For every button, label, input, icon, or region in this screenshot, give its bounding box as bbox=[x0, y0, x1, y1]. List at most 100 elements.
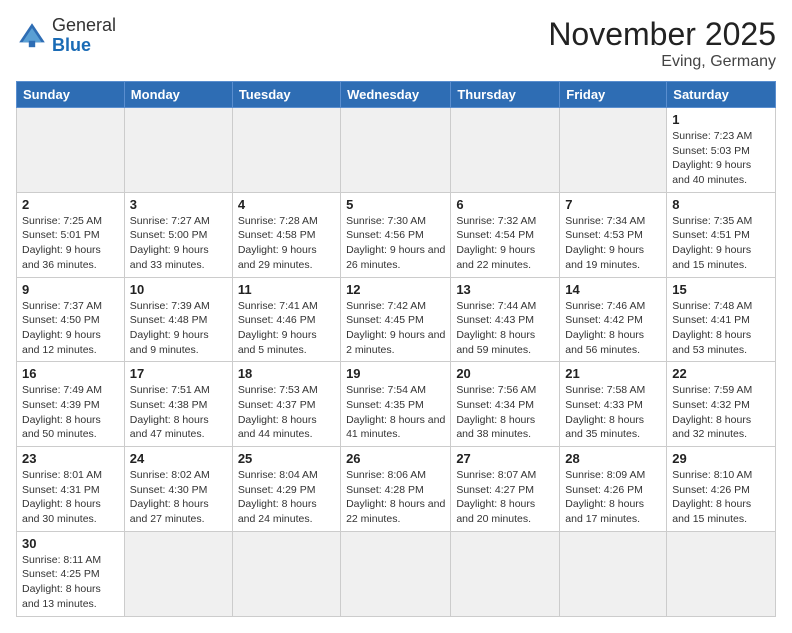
logo: General Blue bbox=[16, 16, 116, 56]
day-number: 15 bbox=[672, 282, 770, 297]
page-header: General Blue November 2025 Eving, German… bbox=[16, 16, 776, 71]
week-row-3: 9Sunrise: 7:37 AM Sunset: 4:50 PM Daylig… bbox=[17, 277, 776, 362]
week-row-6: 30Sunrise: 8:11 AM Sunset: 4:25 PM Dayli… bbox=[17, 531, 776, 616]
day-info: Sunrise: 7:54 AM Sunset: 4:35 PM Dayligh… bbox=[346, 383, 445, 442]
day-cell: 15 Sunrise: 7:48 AM Sunset: 4:41 PM Dayli… bbox=[667, 277, 776, 362]
day-info: Sunrise: 7:39 AM Sunset: 4:48 PM Dayligh… bbox=[130, 299, 227, 358]
weekday-header-saturday: Saturday bbox=[667, 82, 776, 108]
day-cell: 23 Sunrise: 8:01 AM Sunset: 4:31 PM Dayli… bbox=[17, 447, 125, 532]
day-cell: 12Sunrise: 7:42 AM Sunset: 4:45 PM Dayli… bbox=[341, 277, 451, 362]
day-cell: 2 Sunrise: 7:25 AM Sunset: 5:01 PM Daylig… bbox=[17, 192, 125, 277]
day-cell: 14 Sunrise: 7:46 AM Sunset: 4:42 PM Dayli… bbox=[560, 277, 667, 362]
day-cell bbox=[451, 108, 560, 193]
day-number: 28 bbox=[565, 451, 661, 466]
day-cell bbox=[124, 108, 232, 193]
day-info: Sunrise: 7:25 AM Sunset: 5:01 PM Dayligh… bbox=[22, 214, 119, 273]
day-info: Sunrise: 7:32 AM Sunset: 4:54 PM Dayligh… bbox=[456, 214, 554, 273]
day-cell bbox=[17, 108, 125, 193]
day-number: 27 bbox=[456, 451, 554, 466]
weekday-header-tuesday: Tuesday bbox=[232, 82, 340, 108]
day-number: 23 bbox=[22, 451, 119, 466]
day-number: 3 bbox=[130, 197, 227, 212]
day-cell: 5 Sunrise: 7:30 AM Sunset: 4:56 PM Daylig… bbox=[341, 192, 451, 277]
location: Eving, Germany bbox=[548, 53, 776, 71]
day-cell: 11 Sunrise: 7:41 AM Sunset: 4:46 PM Dayli… bbox=[232, 277, 340, 362]
day-info: Sunrise: 8:02 AM Sunset: 4:30 PM Dayligh… bbox=[130, 468, 227, 527]
day-cell: 29Sunrise: 8:10 AM Sunset: 4:26 PM Dayli… bbox=[667, 447, 776, 532]
day-number: 26 bbox=[346, 451, 445, 466]
day-number: 13 bbox=[456, 282, 554, 297]
day-cell: 8 Sunrise: 7:35 AM Sunset: 4:51 PM Daylig… bbox=[667, 192, 776, 277]
day-number: 18 bbox=[238, 366, 335, 381]
day-number: 2 bbox=[22, 197, 119, 212]
day-info: Sunrise: 7:53 AM Sunset: 4:37 PM Dayligh… bbox=[238, 383, 335, 442]
day-cell: 28 Sunrise: 8:09 AM Sunset: 4:26 PM Dayli… bbox=[560, 447, 667, 532]
day-number: 12 bbox=[346, 282, 445, 297]
day-number: 24 bbox=[130, 451, 227, 466]
calendar-table: SundayMondayTuesdayWednesdayThursdayFrid… bbox=[16, 81, 776, 617]
month-title: November 2025 bbox=[548, 16, 776, 53]
day-cell: 30Sunrise: 8:11 AM Sunset: 4:25 PM Dayli… bbox=[17, 531, 125, 616]
weekday-header-monday: Monday bbox=[124, 82, 232, 108]
day-cell bbox=[232, 108, 340, 193]
day-info: Sunrise: 8:01 AM Sunset: 4:31 PM Dayligh… bbox=[22, 468, 119, 527]
day-info: Sunrise: 7:23 AM Sunset: 5:03 PM Dayligh… bbox=[672, 129, 770, 188]
day-cell bbox=[232, 531, 340, 616]
day-cell bbox=[667, 531, 776, 616]
day-number: 17 bbox=[130, 366, 227, 381]
day-number: 4 bbox=[238, 197, 335, 212]
day-info: Sunrise: 7:51 AM Sunset: 4:38 PM Dayligh… bbox=[130, 383, 227, 442]
day-number: 10 bbox=[130, 282, 227, 297]
day-info: Sunrise: 7:44 AM Sunset: 4:43 PM Dayligh… bbox=[456, 299, 554, 358]
day-info: Sunrise: 7:56 AM Sunset: 4:34 PM Dayligh… bbox=[456, 383, 554, 442]
day-cell: 20 Sunrise: 7:56 AM Sunset: 4:34 PM Dayli… bbox=[451, 362, 560, 447]
day-cell bbox=[341, 108, 451, 193]
day-cell: 3Sunrise: 7:27 AM Sunset: 5:00 PM Daylig… bbox=[124, 192, 232, 277]
day-cell bbox=[341, 531, 451, 616]
day-cell: 4 Sunrise: 7:28 AM Sunset: 4:58 PM Daylig… bbox=[232, 192, 340, 277]
day-info: Sunrise: 7:41 AM Sunset: 4:46 PM Dayligh… bbox=[238, 299, 335, 358]
day-number: 5 bbox=[346, 197, 445, 212]
day-info: Sunrise: 8:09 AM Sunset: 4:26 PM Dayligh… bbox=[565, 468, 661, 527]
weekday-header-thursday: Thursday bbox=[451, 82, 560, 108]
day-info: Sunrise: 7:46 AM Sunset: 4:42 PM Dayligh… bbox=[565, 299, 661, 358]
day-cell: 16Sunrise: 7:49 AM Sunset: 4:39 PM Dayli… bbox=[17, 362, 125, 447]
day-info: Sunrise: 7:59 AM Sunset: 4:32 PM Dayligh… bbox=[672, 383, 770, 442]
weekday-header-row: SundayMondayTuesdayWednesdayThursdayFrid… bbox=[17, 82, 776, 108]
day-info: Sunrise: 7:48 AM Sunset: 4:41 PM Dayligh… bbox=[672, 299, 770, 358]
day-info: Sunrise: 7:58 AM Sunset: 4:33 PM Dayligh… bbox=[565, 383, 661, 442]
day-number: 9 bbox=[22, 282, 119, 297]
day-cell: 21 Sunrise: 7:58 AM Sunset: 4:33 PM Dayli… bbox=[560, 362, 667, 447]
day-cell: 13 Sunrise: 7:44 AM Sunset: 4:43 PM Dayli… bbox=[451, 277, 560, 362]
week-row-5: 23 Sunrise: 8:01 AM Sunset: 4:31 PM Dayli… bbox=[17, 447, 776, 532]
week-row-4: 16Sunrise: 7:49 AM Sunset: 4:39 PM Dayli… bbox=[17, 362, 776, 447]
day-cell bbox=[451, 531, 560, 616]
day-cell bbox=[560, 531, 667, 616]
weekday-header-friday: Friday bbox=[560, 82, 667, 108]
weekday-header-wednesday: Wednesday bbox=[341, 82, 451, 108]
day-info: Sunrise: 7:28 AM Sunset: 4:58 PM Dayligh… bbox=[238, 214, 335, 273]
day-number: 8 bbox=[672, 197, 770, 212]
day-info: Sunrise: 7:35 AM Sunset: 4:51 PM Dayligh… bbox=[672, 214, 770, 273]
day-number: 21 bbox=[565, 366, 661, 381]
day-info: Sunrise: 8:06 AM Sunset: 4:28 PM Dayligh… bbox=[346, 468, 445, 527]
day-number: 1 bbox=[672, 112, 770, 127]
weekday-header-sunday: Sunday bbox=[17, 82, 125, 108]
day-cell: 18 Sunrise: 7:53 AM Sunset: 4:37 PM Dayli… bbox=[232, 362, 340, 447]
day-info: Sunrise: 7:34 AM Sunset: 4:53 PM Dayligh… bbox=[565, 214, 661, 273]
week-row-2: 2 Sunrise: 7:25 AM Sunset: 5:01 PM Daylig… bbox=[17, 192, 776, 277]
day-cell: 26 Sunrise: 8:06 AM Sunset: 4:28 PM Dayli… bbox=[341, 447, 451, 532]
logo-text: General Blue bbox=[52, 16, 116, 56]
logo-icon bbox=[16, 20, 48, 52]
day-number: 11 bbox=[238, 282, 335, 297]
day-info: Sunrise: 8:11 AM Sunset: 4:25 PM Dayligh… bbox=[22, 553, 119, 612]
day-info: Sunrise: 7:30 AM Sunset: 4:56 PM Dayligh… bbox=[346, 214, 445, 273]
day-cell: 17 Sunrise: 7:51 AM Sunset: 4:38 PM Dayli… bbox=[124, 362, 232, 447]
day-number: 20 bbox=[456, 366, 554, 381]
day-cell: 1 Sunrise: 7:23 AM Sunset: 5:03 PM Daylig… bbox=[667, 108, 776, 193]
day-info: Sunrise: 7:49 AM Sunset: 4:39 PM Dayligh… bbox=[22, 383, 119, 442]
day-number: 14 bbox=[565, 282, 661, 297]
day-cell: 22Sunrise: 7:59 AM Sunset: 4:32 PM Dayli… bbox=[667, 362, 776, 447]
day-info: Sunrise: 8:10 AM Sunset: 4:26 PM Dayligh… bbox=[672, 468, 770, 527]
day-cell: 19Sunrise: 7:54 AM Sunset: 4:35 PM Dayli… bbox=[341, 362, 451, 447]
